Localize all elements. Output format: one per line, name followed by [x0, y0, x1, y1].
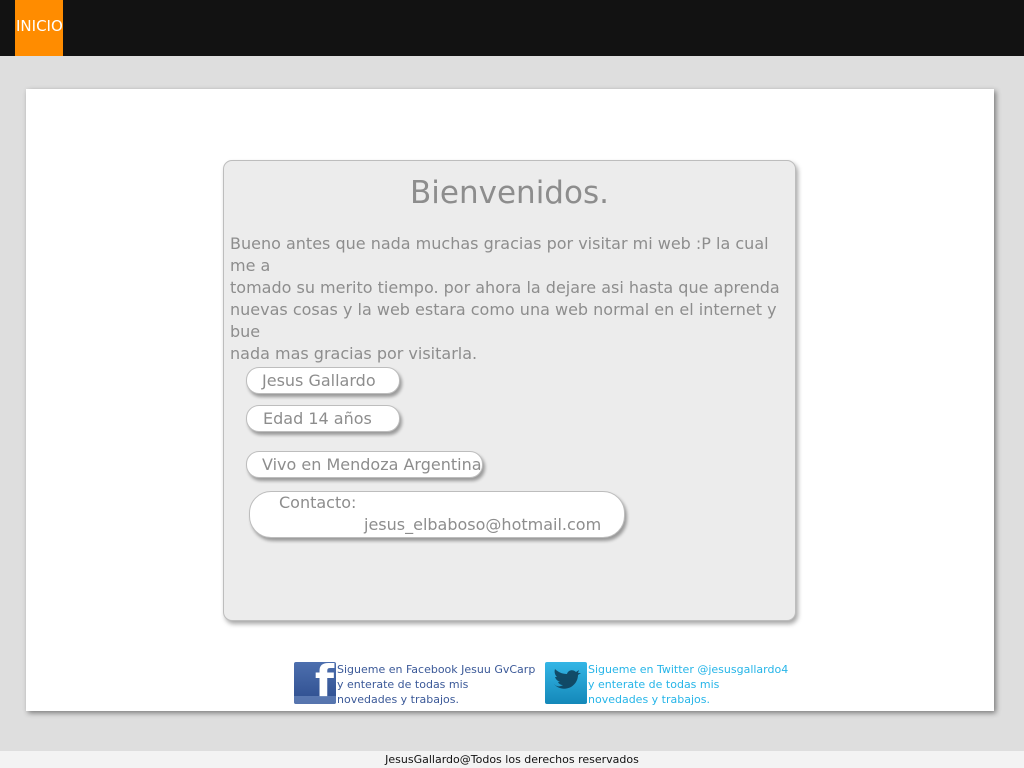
- twitter-line-2[interactable]: y enterate de todas mis: [588, 677, 788, 692]
- welcome-text: Bueno antes que nada muchas gracias por …: [230, 234, 780, 363]
- contact-label: Contacto:: [279, 493, 357, 512]
- facebook-icon[interactable]: f: [294, 662, 336, 704]
- top-navigation-bar: INICIO: [0, 0, 1024, 56]
- twitter-icon[interactable]: [545, 662, 587, 704]
- twitter-line-1[interactable]: Sigueme en Twitter @jesusgallardo4: [588, 662, 788, 677]
- main-content-panel: Bienvenidos. Bueno antes que nada muchas…: [26, 89, 994, 711]
- profile-location-pill: Vivo en Mendoza Argentina: [246, 451, 483, 478]
- welcome-title: Bienvenidos.: [410, 175, 609, 211]
- facebook-line-3[interactable]: novedades y trabajos.: [337, 692, 535, 707]
- profile-age-pill: Edad 14 años: [246, 405, 400, 432]
- profile-name-pill: Jesus Gallardo: [246, 367, 400, 394]
- twitter-follow-link[interactable]: Sigueme en Twitter @jesusgallardo4 y ent…: [545, 662, 788, 707]
- footer-copyright: JesusGallardo@Todos los derechos reserva…: [0, 751, 1024, 768]
- twitter-follow-text[interactable]: Sigueme en Twitter @jesusgallardo4 y ent…: [588, 662, 788, 707]
- facebook-follow-link[interactable]: f Sigueme en Facebook Jesuu GvCarp y ent…: [294, 662, 535, 707]
- facebook-line-2[interactable]: y enterate de todas mis: [337, 677, 535, 692]
- facebook-follow-text[interactable]: Sigueme en Facebook Jesuu GvCarp y enter…: [337, 662, 535, 707]
- welcome-card: Bienvenidos. Bueno antes que nada muchas…: [223, 160, 796, 621]
- facebook-line-1[interactable]: Sigueme en Facebook Jesuu GvCarp: [337, 662, 535, 677]
- twitter-line-3[interactable]: novedades y trabajos.: [588, 692, 788, 707]
- nav-inicio-link[interactable]: INICIO: [15, 0, 63, 56]
- contact-email[interactable]: jesus_elbaboso@hotmail.com: [364, 515, 601, 534]
- profile-contact-pill: Contacto: jesus_elbaboso@hotmail.com: [249, 491, 625, 538]
